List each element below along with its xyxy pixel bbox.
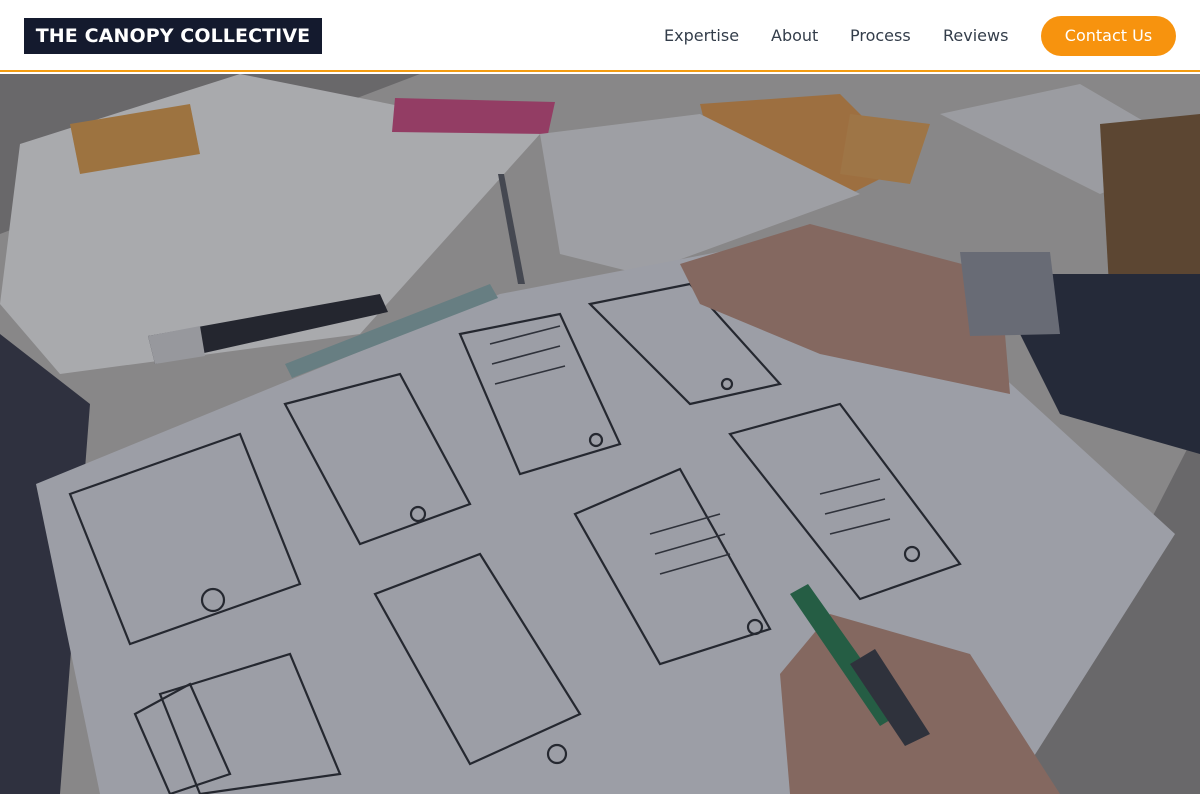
nav-link-process[interactable]: Process [850, 26, 911, 46]
hero-section [0, 74, 1200, 794]
top-navbar: THE CANOPY COLLECTIVE Expertise About Pr… [0, 0, 1200, 72]
nav-link-about[interactable]: About [771, 26, 818, 46]
page-bottom-strip [0, 794, 1200, 800]
contact-us-button[interactable]: Contact Us [1041, 16, 1176, 56]
nav-link-expertise[interactable]: Expertise [664, 26, 739, 46]
main-nav: Expertise About Process Reviews [0, 0, 1200, 72]
hero-dark-overlay [0, 74, 1200, 794]
nav-link-reviews[interactable]: Reviews [943, 26, 1008, 46]
